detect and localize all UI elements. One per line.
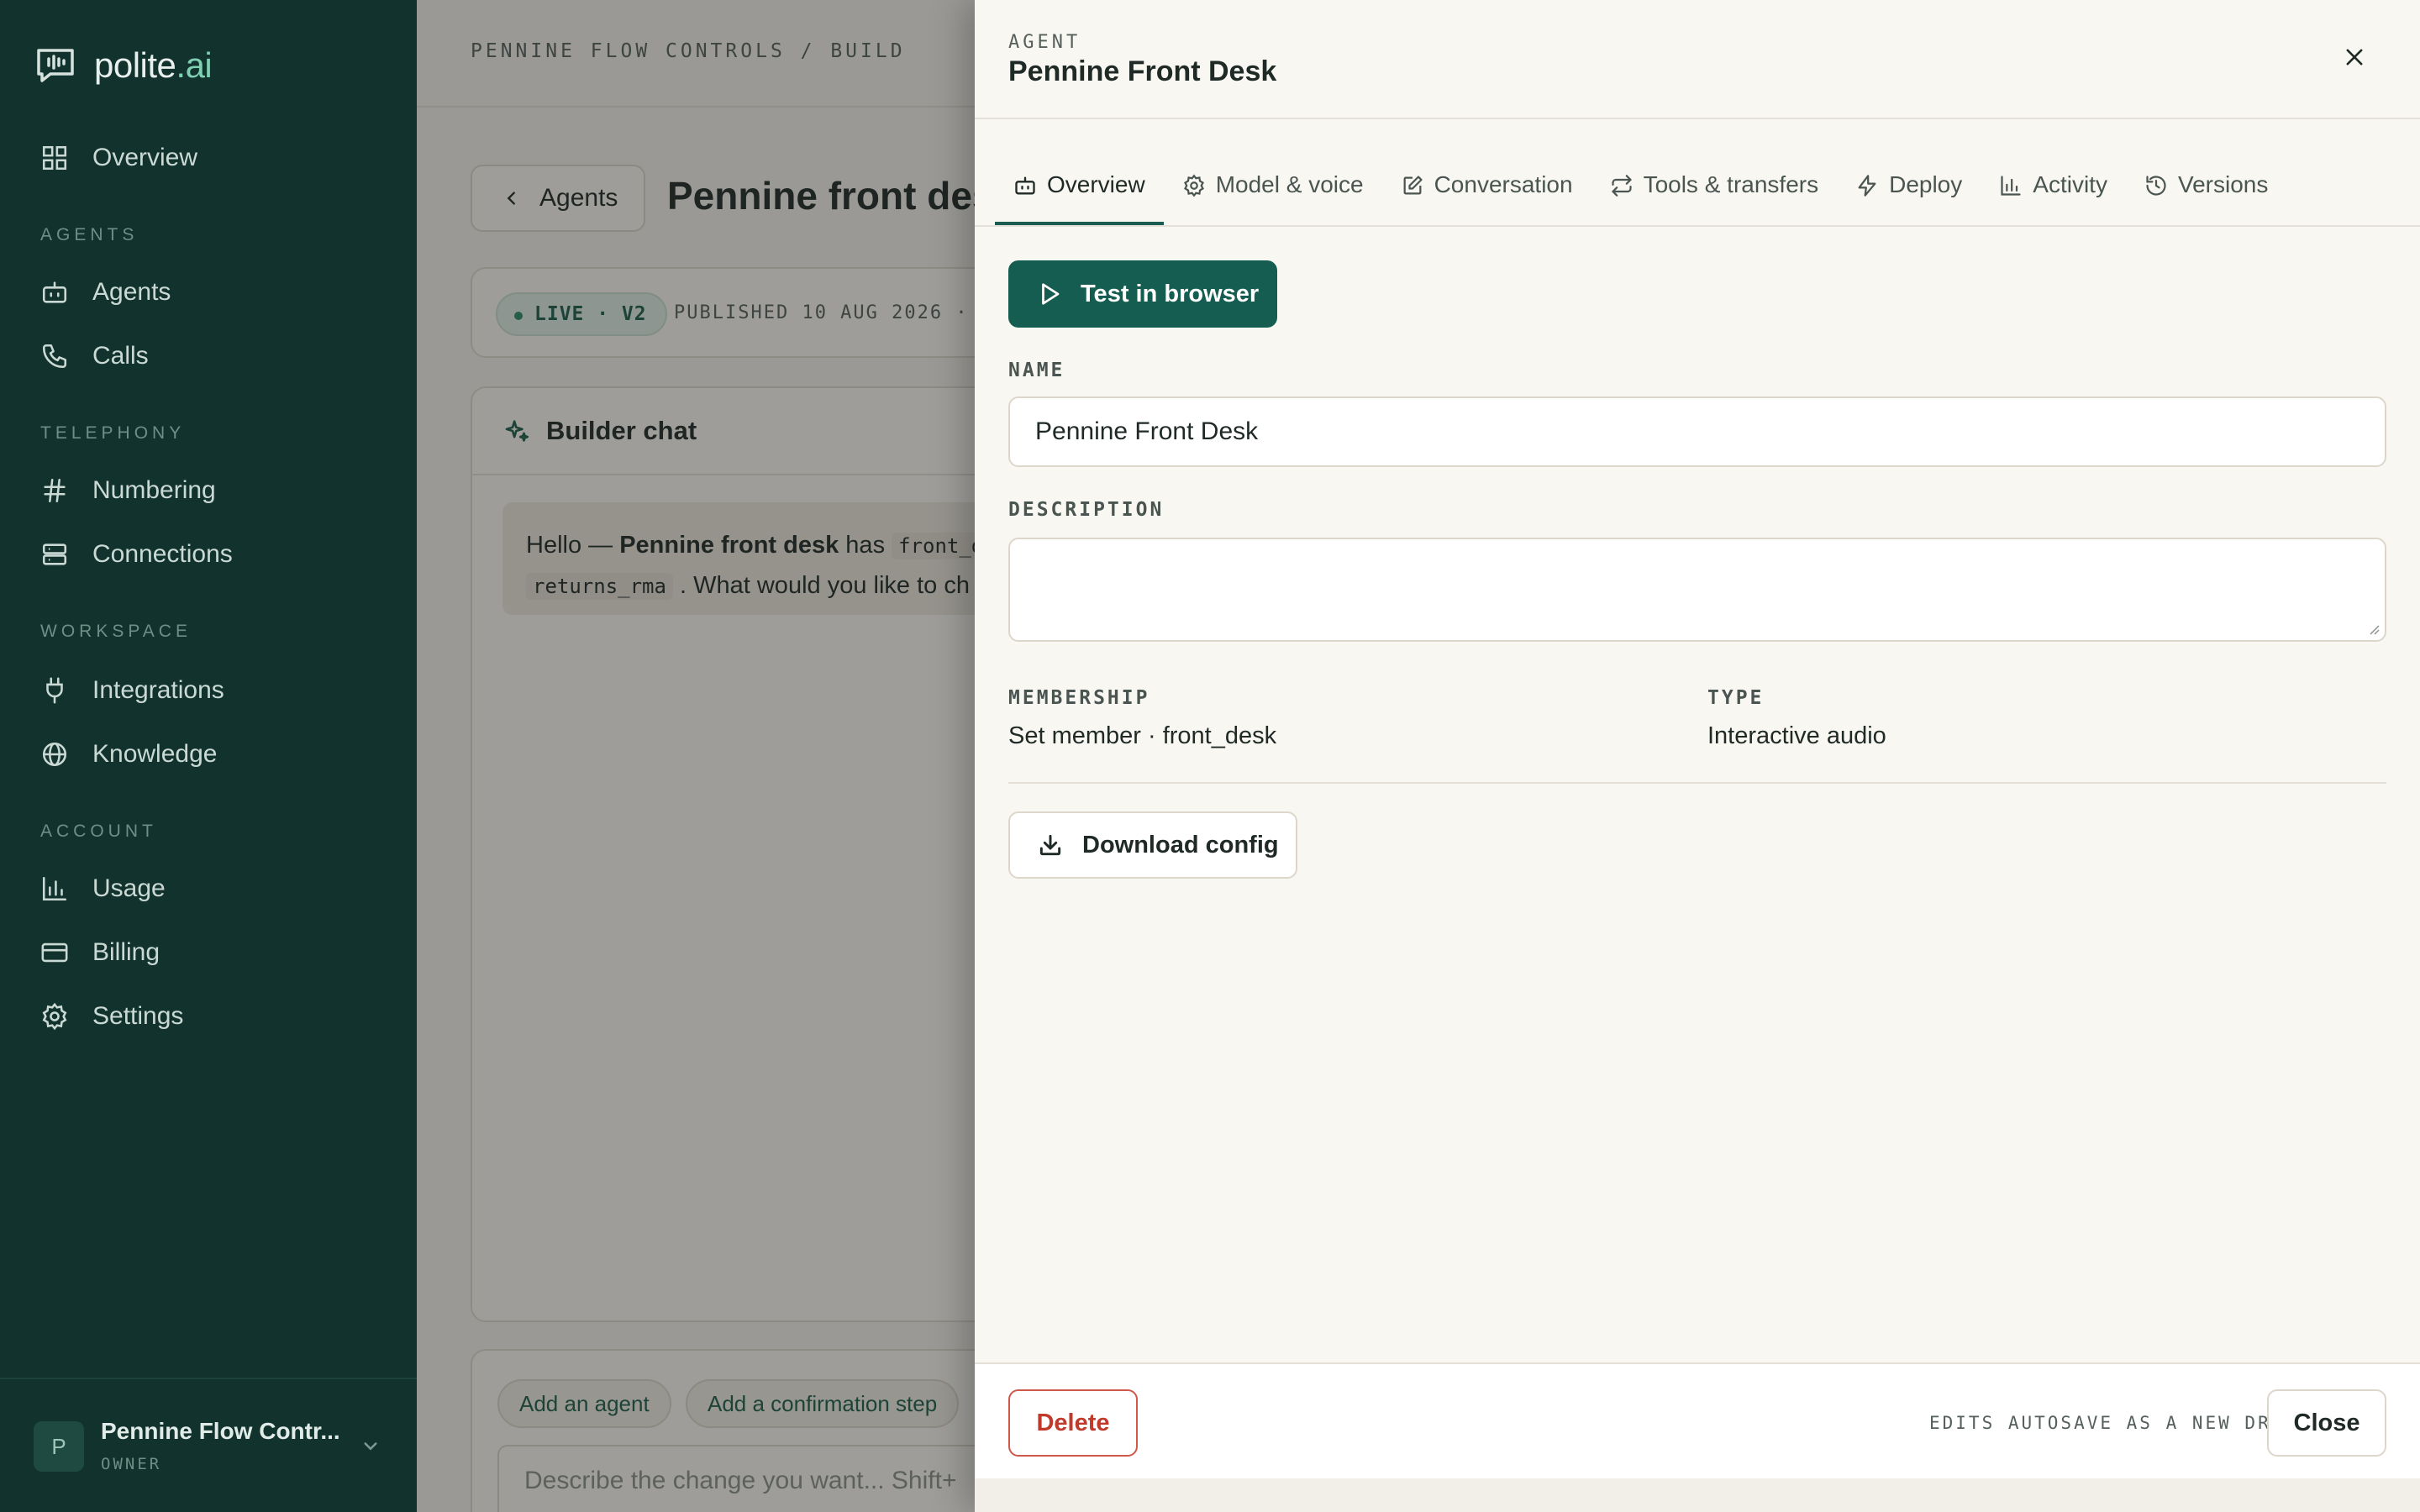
divider	[975, 118, 2420, 119]
sidebar-item-label: Connections	[92, 540, 233, 568]
sidebar-item-usage[interactable]: Usage	[40, 865, 166, 912]
agent-drawer: AGENT Pennine Front Desk Overview Model …	[975, 0, 2420, 1512]
delete-button[interactable]: Delete	[1008, 1389, 1138, 1457]
sidebar-item-label: Knowledge	[92, 740, 218, 768]
nav-section-telephony: TELEPHONY	[40, 423, 186, 443]
tab-deploy[interactable]: Deploy	[1837, 155, 1981, 225]
download-icon	[1039, 834, 1061, 856]
account-name: Pennine Flow Contr...	[101, 1418, 340, 1444]
history-icon	[2146, 176, 2166, 196]
membership-label: MEMBERSHIP	[1008, 687, 1150, 709]
test-in-browser-button[interactable]: Test in browser	[1008, 260, 1277, 328]
tab-label: Deploy	[1889, 171, 1963, 197]
sidebar-item-calls[interactable]: Calls	[40, 333, 149, 380]
download-config-button[interactable]: Download config	[1008, 811, 1297, 879]
tab-label: Activity	[2033, 171, 2107, 197]
tab-conversation[interactable]: Conversation	[1382, 155, 1591, 225]
name-field[interactable]: Pennine Front Desk	[1008, 396, 2386, 467]
sidebar-item-settings[interactable]: Settings	[40, 993, 183, 1040]
sidebar-item-numbering[interactable]: Numbering	[40, 467, 216, 514]
test-button-label: Test in browser	[1081, 280, 1260, 307]
account-role: OWNER	[101, 1455, 162, 1473]
credit-card-icon	[41, 942, 68, 963]
sidebar-item-label: Settings	[92, 1002, 184, 1030]
play-icon	[1042, 283, 1060, 305]
globe-icon	[42, 742, 67, 767]
brand-logo[interactable]: polite.ai	[34, 44, 213, 87]
tab-overview[interactable]: Overview	[995, 155, 1164, 225]
nav-section-agents: AGENTS	[40, 225, 139, 244]
plug-icon	[46, 677, 63, 704]
sidebar-item-label: Calls	[92, 342, 149, 370]
chat-bubble-logo-icon	[37, 49, 74, 82]
chevron-down-icon	[364, 1442, 377, 1451]
name-label: NAME	[1008, 360, 1065, 381]
drawer-tabs: Overview Model & voice Conversation Tool…	[995, 155, 2286, 225]
sidebar-item-integrations[interactable]: Integrations	[40, 667, 224, 714]
close-button[interactable]: Close	[2267, 1389, 2386, 1457]
grid-icon	[42, 145, 67, 171]
bar-chart-icon	[42, 876, 67, 901]
tab-label: Tools & transfers	[1643, 171, 1819, 197]
download-button-label: Download config	[1082, 831, 1279, 858]
type-value: Interactive audio	[1707, 722, 1886, 749]
lightning-icon	[1858, 175, 1876, 197]
tab-label: Versions	[2177, 171, 2269, 197]
sidebar-item-label: Usage	[92, 874, 166, 902]
tab-versions[interactable]: Versions	[2126, 155, 2286, 225]
tab-label: Overview	[1047, 171, 1145, 197]
bar-chart-icon	[2001, 176, 2021, 196]
sidebar-item-label: Billing	[92, 938, 160, 966]
server-icon	[42, 543, 67, 565]
drawer-footer: Delete EDITS AUTOSAVE AS A NEW DRAFT Clo…	[975, 1362, 2420, 1478]
sidebar-item-agents[interactable]: Agents	[40, 269, 171, 316]
divider	[975, 225, 2420, 227]
bot-icon	[1015, 176, 1035, 195]
sidebar-item-connections[interactable]: Connections	[40, 531, 233, 578]
sidebar-item-label: Overview	[92, 144, 198, 171]
brand-name: polite.ai	[94, 45, 213, 85]
resize-handle-icon[interactable]	[2368, 623, 2380, 635]
sidebar-item-knowledge[interactable]: Knowledge	[40, 731, 217, 778]
gear-icon	[42, 1002, 67, 1031]
nav-section-account: ACCOUNT	[40, 822, 157, 841]
autosave-note: EDITS AUTOSAVE AS A NEW DRAFT	[1929, 1413, 2311, 1433]
bot-icon	[42, 281, 67, 303]
tab-activity[interactable]: Activity	[1981, 155, 2126, 225]
tab-tools-transfers[interactable]: Tools & transfers	[1591, 155, 1838, 225]
drawer-bottom-strip	[975, 1478, 2420, 1512]
close-icon	[2346, 49, 2363, 66]
tab-label: Conversation	[1434, 171, 1573, 197]
drawer-eyebrow: AGENT	[1008, 32, 1081, 53]
sidebar-item-label: Agents	[92, 278, 171, 306]
hash-icon	[44, 478, 66, 503]
sidebar-item-label: Numbering	[92, 476, 216, 504]
sidebar: polite.ai Overview AGENTS Agents Calls T…	[0, 0, 417, 1512]
type-label: TYPE	[1707, 687, 1765, 709]
tab-model-voice[interactable]: Model & voice	[1164, 155, 1382, 225]
repeat-icon	[1611, 175, 1632, 197]
membership-value: Set member · front_desk	[1008, 722, 1277, 749]
description-field[interactable]	[1008, 538, 2386, 642]
phone-icon	[42, 344, 67, 369]
close-drawer-button[interactable]	[2338, 40, 2371, 74]
tab-label: Model & voice	[1215, 171, 1364, 197]
account-switcher[interactable]: P Pennine Flow Contr... OWNER	[0, 1378, 417, 1512]
description-label: DESCRIPTION	[1008, 499, 1165, 521]
avatar: P	[34, 1421, 84, 1472]
sidebar-item-label: Integrations	[92, 676, 224, 704]
sidebar-item-overview[interactable]: Overview	[40, 134, 197, 181]
edit-icon	[1403, 176, 1423, 195]
drawer-title: Pennine Front Desk	[1008, 55, 1277, 87]
gear-icon	[1183, 174, 1204, 197]
divider	[1008, 782, 2386, 784]
sidebar-item-billing[interactable]: Billing	[40, 929, 160, 976]
nav-section-workspace: WORKSPACE	[40, 622, 192, 641]
